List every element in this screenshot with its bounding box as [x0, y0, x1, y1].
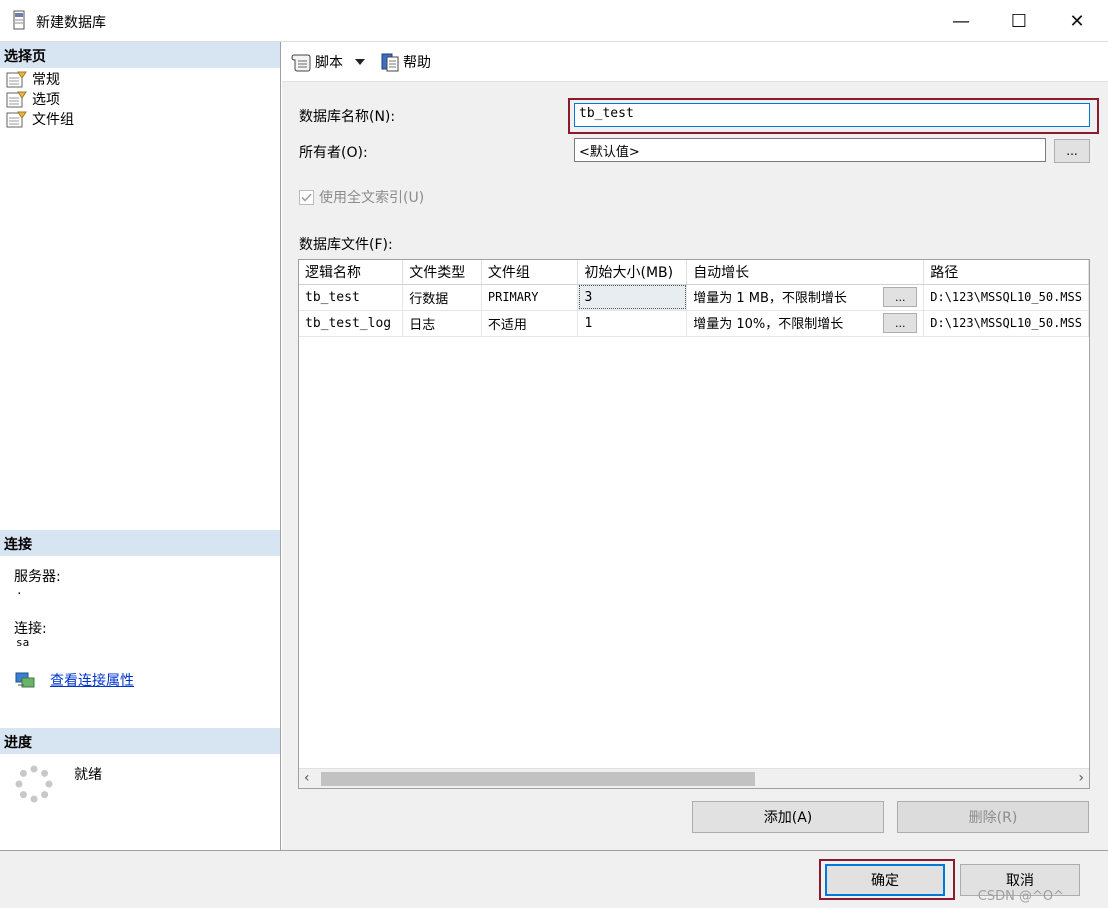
page-icon: [6, 91, 27, 108]
db-files-grid: 逻辑名称 文件类型 文件组 初始大小(MB) 自动增长 路径 tb_test 行…: [298, 259, 1090, 789]
db-name-label: 数据库名称(N):: [299, 109, 396, 125]
toolbar: 脚本 帮助: [282, 42, 1108, 82]
column-header-initial-size[interactable]: 初始大小(MB): [577, 260, 688, 285]
connection-header: 连接: [0, 530, 280, 556]
script-label: 脚本: [315, 54, 343, 71]
page-icon: [6, 71, 27, 88]
checkbox-checked-icon: [299, 189, 314, 205]
connection-value: sa: [16, 636, 30, 649]
close-button[interactable]: ✕: [1048, 0, 1106, 42]
server-value: .: [16, 584, 23, 597]
cell-initial-size[interactable]: 1: [577, 310, 688, 337]
progress-header: 进度: [0, 728, 280, 754]
autogrowth-text: 增量为 1 MB，不限制增长: [693, 291, 847, 306]
cell-path[interactable]: D:\123\MSSQL10_50.MSS: [923, 284, 1089, 311]
remove-button[interactable]: 删除(R): [897, 801, 1089, 833]
help-button[interactable]: 帮助: [380, 52, 431, 72]
autogrowth-edit-button[interactable]: ...: [883, 287, 918, 307]
db-files-label: 数据库文件(F):: [299, 237, 393, 253]
scrollbar-thumb[interactable]: [321, 772, 755, 786]
select-page-header: 选择页: [0, 42, 280, 68]
page-item-label: 选项: [32, 92, 60, 108]
maximize-button[interactable]: ☐: [990, 0, 1048, 42]
owner-label: 所有者(O):: [299, 145, 368, 161]
right-pane: 脚本 帮助 数据库名称(N): tb_test 所有者(O): <默认值> ..…: [282, 42, 1108, 850]
scroll-right-icon[interactable]: ›: [1078, 770, 1084, 786]
database-icon: [13, 10, 25, 30]
page-icon: [6, 111, 27, 128]
minimize-button[interactable]: —: [932, 0, 990, 42]
column-header-logical-name[interactable]: 逻辑名称: [299, 260, 404, 285]
script-icon: [291, 54, 311, 71]
page-item-filegroups[interactable]: 文件组: [6, 109, 74, 129]
ok-button[interactable]: 确定: [825, 864, 945, 896]
chevron-down-icon: [355, 58, 365, 65]
dialog-footer: 确定 取消 CSDN @^O^: [0, 850, 1108, 908]
help-icon: [381, 53, 399, 71]
scroll-left-icon[interactable]: ‹: [304, 770, 310, 786]
view-connection-properties-link[interactable]: 查看连接属性: [50, 670, 134, 690]
script-dropdown-button[interactable]: [355, 58, 368, 66]
db-name-input[interactable]: tb_test: [574, 103, 1090, 127]
cell-initial-size[interactable]: 3: [577, 284, 688, 311]
help-label: 帮助: [403, 54, 431, 71]
watermark: CSDN @^O^: [977, 889, 1064, 904]
title-bar: 新建数据库 — ☐ ✕: [0, 0, 1108, 42]
fulltext-label: 使用全文索引(U): [319, 190, 425, 206]
connection-label: 连接:: [14, 621, 47, 637]
column-header-file-type[interactable]: 文件类型: [402, 260, 482, 285]
add-button[interactable]: 添加(A): [692, 801, 884, 833]
page-item-general[interactable]: 常规: [6, 69, 60, 89]
cell-logical-name[interactable]: tb_test_log: [299, 310, 404, 337]
table-row[interactable]: tb_test 行数据 PRIMARY 3 增量为 1 MB，不限制增长 ...…: [299, 284, 1089, 311]
cell-logical-name[interactable]: tb_test: [299, 284, 404, 311]
left-pane: 选择页 常规 选项 文件组 连接 服务器: . 连接: sa 查看连接属性 进度…: [0, 42, 281, 850]
grid-header-row: 逻辑名称 文件类型 文件组 初始大小(MB) 自动增长 路径: [299, 260, 1089, 285]
autogrowth-text: 增量为 10%，不限制增长: [693, 317, 844, 332]
script-button[interactable]: 脚本: [290, 52, 343, 72]
autogrowth-edit-button[interactable]: ...: [883, 313, 918, 333]
page-item-label: 文件组: [32, 112, 74, 128]
window-title: 新建数据库: [36, 15, 106, 31]
column-header-path[interactable]: 路径: [923, 260, 1089, 285]
connection-properties-icon: [15, 672, 35, 688]
cell-autogrowth[interactable]: 增量为 10%，不限制增长 ...: [686, 310, 925, 337]
fulltext-checkbox[interactable]: 使用全文索引(U): [299, 187, 424, 207]
cell-autogrowth[interactable]: 增量为 1 MB，不限制增长 ...: [686, 284, 925, 311]
progress-status: 就绪: [74, 767, 102, 783]
page-item-options[interactable]: 选项: [6, 89, 60, 109]
column-header-autogrowth[interactable]: 自动增长: [686, 260, 925, 285]
cell-path[interactable]: D:\123\MSSQL10_50.MSS: [923, 310, 1089, 337]
cell-filegroup[interactable]: 不适用: [481, 310, 579, 337]
table-row[interactable]: tb_test_log 日志 不适用 1 增量为 10%，不限制增长 ... D…: [299, 310, 1089, 337]
owner-browse-button[interactable]: ...: [1054, 139, 1090, 163]
owner-input[interactable]: <默认值>: [574, 138, 1046, 162]
server-label: 服务器:: [14, 569, 61, 585]
horizontal-scrollbar[interactable]: ‹ ›: [299, 768, 1089, 788]
cell-filegroup[interactable]: PRIMARY: [481, 284, 579, 311]
cell-file-type[interactable]: 日志: [402, 310, 482, 337]
cell-file-type[interactable]: 行数据: [402, 284, 482, 311]
column-header-filegroup[interactable]: 文件组: [481, 260, 579, 285]
page-item-label: 常规: [32, 72, 60, 88]
progress-spinner-icon: [15, 765, 53, 803]
